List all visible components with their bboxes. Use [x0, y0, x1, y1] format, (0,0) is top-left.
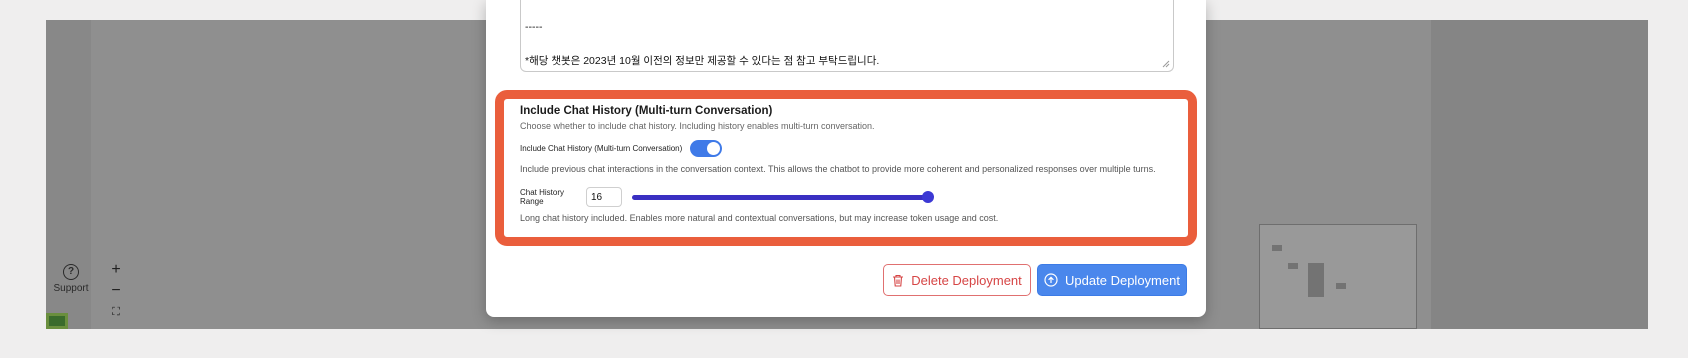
section-title: Include Chat History (Multi-turn Convers…: [520, 105, 773, 117]
avatar[interactable]: [46, 313, 68, 329]
resize-grip-icon[interactable]: [1162, 60, 1170, 68]
chat-history-toggle[interactable]: [690, 140, 723, 157]
toggle-label: Include Chat History (Multi-turn Convers…: [520, 144, 683, 153]
slider-track: [632, 195, 932, 200]
right-panel: [1431, 20, 1648, 329]
minimap[interactable]: [1259, 224, 1417, 329]
prompt-separator: -----: [525, 21, 543, 33]
chat-history-range-slider[interactable]: [632, 191, 934, 203]
help-circle-icon: ?: [63, 264, 79, 280]
chat-history-range-row: Chat History Range: [520, 187, 1180, 207]
zoom-out-button[interactable]: −: [107, 281, 125, 302]
trash-icon: [893, 274, 904, 287]
support-label: Support: [53, 283, 89, 294]
update-label: Update Deployment: [1065, 272, 1180, 288]
toggle-knob: [707, 142, 721, 155]
range-description: Long chat history included. Enables more…: [520, 213, 999, 223]
zoom-controls: + − ⛶: [107, 260, 125, 323]
chat-history-section: Include Chat History (Multi-turn Convers…: [520, 105, 1180, 223]
prompt-notice: *해당 챗봇은 2023년 10월 이전의 정보만 제공할 수 있다는 점 참고…: [525, 55, 880, 67]
slider-thumb[interactable]: [922, 191, 934, 203]
chat-history-toggle-row: Include Chat History (Multi-turn Convers…: [520, 140, 1180, 157]
support-button[interactable]: ? Support: [46, 264, 96, 294]
section-description: Choose whether to include chat history. …: [520, 121, 875, 131]
range-label: Chat History Range: [520, 188, 565, 206]
zoom-in-button[interactable]: +: [107, 260, 125, 281]
delete-deployment-button[interactable]: Delete Deployment: [883, 264, 1031, 296]
range-value-input[interactable]: [586, 187, 622, 207]
toggle-description: Include previous chat interactions in th…: [520, 164, 1156, 174]
system-prompt-textarea[interactable]: ----- *해당 챗봇은 2023년 10월 이전의 정보만 제공할 수 있다…: [520, 0, 1174, 72]
upload-circle-icon: [1044, 273, 1058, 287]
fit-view-button[interactable]: ⛶: [107, 302, 125, 323]
update-deployment-button[interactable]: Update Deployment: [1037, 264, 1187, 296]
delete-label: Delete Deployment: [911, 272, 1022, 288]
